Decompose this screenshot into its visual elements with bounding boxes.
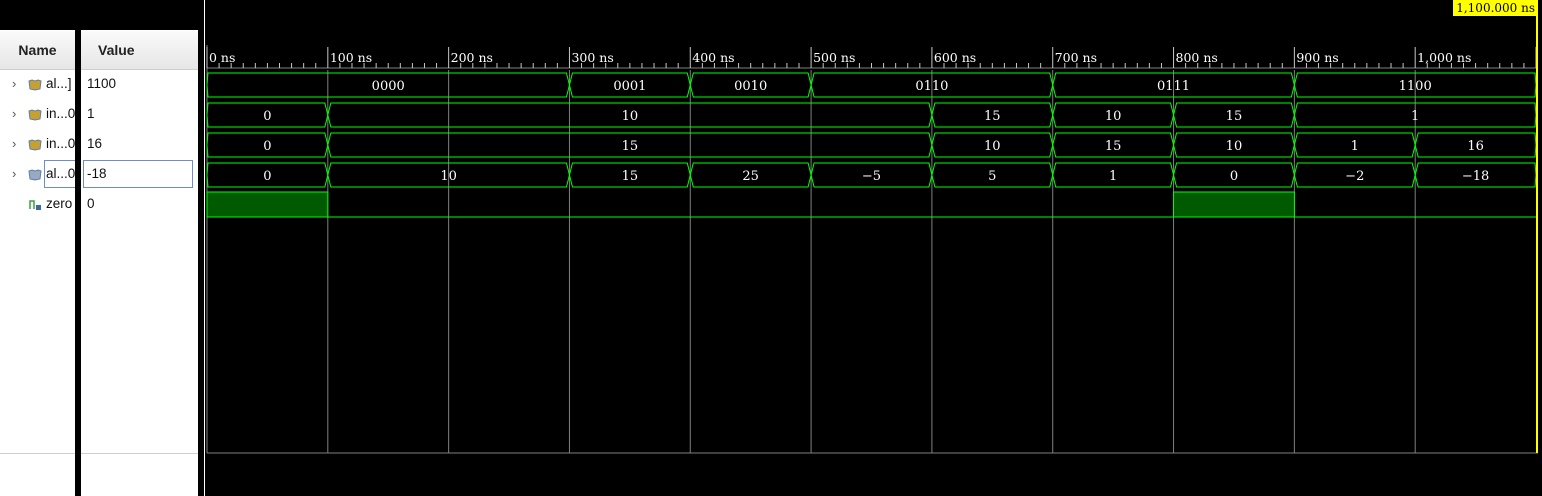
time-tick-label: 600 ns <box>934 50 976 65</box>
bus-value-label: 0001 <box>613 79 646 94</box>
bus-value-label: 0 <box>263 109 271 124</box>
bus-value-label: 15 <box>622 139 639 154</box>
time-tick-label: 300 ns <box>571 50 613 65</box>
signal-name: zero <box>46 196 73 211</box>
signal-row[interactable]: › in...0 16 <box>0 130 198 160</box>
signal-name: in...0 <box>46 136 76 151</box>
bus-value-label: 10 <box>1226 139 1243 154</box>
bus-value-label: 10 <box>440 169 457 184</box>
bus-value-label: 10 <box>984 139 1001 154</box>
signal-value: 16 <box>87 136 103 151</box>
cursor-time-label: 1,100.000 ns <box>1453 0 1538 16</box>
bus-value-label: 1 <box>1411 109 1419 124</box>
signal-panel: Name Value › al...] 1100 › in...0 1 › in… <box>0 0 198 496</box>
bus-value-label: −5 <box>862 169 881 184</box>
bus-value-label: 0010 <box>734 79 767 94</box>
signal-row[interactable]: › in...0 1 <box>0 100 198 130</box>
bus-value-label: 0 <box>263 139 271 154</box>
bit-high-segment <box>1173 191 1295 218</box>
signal-name: al...] <box>46 76 72 91</box>
bus-value-label: 25 <box>742 169 759 184</box>
bus-icon <box>28 109 42 121</box>
signal-name: in...0 <box>46 106 76 121</box>
signal-value: -18 <box>87 166 107 181</box>
bit-icon <box>29 200 41 210</box>
bit-high-segment <box>206 191 329 218</box>
bus-value-label: −2 <box>1345 169 1364 184</box>
bus-value-label: 0111 <box>1157 79 1190 94</box>
bus-value-label: 1 <box>1351 139 1359 154</box>
panel-toolbar-area <box>0 0 198 30</box>
signal-value: 1100 <box>87 76 117 91</box>
bus-icon <box>28 169 42 181</box>
time-tick-label: 500 ns <box>813 50 855 65</box>
waveform-panel[interactable]: 0 ns 100 ns 200 ns 300 ns 400 ns 500 ns 600 ns… <box>204 0 1542 496</box>
bus-value-label: 15 <box>1105 139 1122 154</box>
bus-value-label: 15 <box>622 169 639 184</box>
divider <box>0 453 198 454</box>
chevron-right-icon[interactable]: › <box>12 106 16 121</box>
signal-row[interactable]: › al...] 1100 <box>0 70 198 100</box>
value-column-header[interactable]: Value <box>81 31 198 70</box>
bus-value-label: 5 <box>988 169 996 184</box>
bus-value-label: 0110 <box>915 79 948 94</box>
bus-value-label: 1100 <box>1399 79 1432 94</box>
time-tick-label: 100 ns <box>330 50 372 65</box>
bus-value-label: 10 <box>622 109 639 124</box>
bus-value-label: 10 <box>1105 109 1122 124</box>
waveform-background <box>204 0 1542 496</box>
time-tick-label: 1,000 ns <box>1417 50 1471 65</box>
bus-value-label: 0 <box>1230 169 1238 184</box>
bus-value-label: 0000 <box>372 79 405 94</box>
waveform-canvas[interactable]: 0 ns 100 ns 200 ns 300 ns 400 ns 500 ns 600 ns… <box>204 0 1542 496</box>
time-tick-label: 200 ns <box>451 50 493 65</box>
bus-value-label: 16 <box>1467 139 1484 154</box>
signal-row-selected[interactable]: › al...0 -18 <box>0 160 198 190</box>
bus-icon <box>28 79 42 91</box>
time-tick-label: 900 ns <box>1296 50 1338 65</box>
bus-value-label: 15 <box>1226 109 1243 124</box>
signal-row[interactable]: zero 0 <box>0 190 198 220</box>
chevron-right-icon[interactable]: › <box>12 76 16 91</box>
time-tick-label: 800 ns <box>1176 50 1218 65</box>
bus-icon <box>28 139 42 151</box>
signal-value: 1 <box>87 106 95 121</box>
bus-value-label: 15 <box>984 109 1001 124</box>
chevron-right-icon[interactable]: › <box>12 166 16 181</box>
signal-value: 0 <box>87 196 95 211</box>
bus-value-label: 0 <box>263 169 271 184</box>
name-column-header[interactable]: Name <box>0 31 75 70</box>
column-splitter[interactable] <box>75 0 81 496</box>
time-tick-label: 400 ns <box>692 50 734 65</box>
bus-value-label: −18 <box>1462 169 1489 184</box>
time-tick-label: 700 ns <box>1055 50 1097 65</box>
bus-value-label: 1 <box>1109 169 1117 184</box>
signal-name: al...0 <box>46 166 76 181</box>
chevron-right-icon[interactable]: › <box>12 136 16 151</box>
time-tick-label: 0 ns <box>209 50 235 65</box>
